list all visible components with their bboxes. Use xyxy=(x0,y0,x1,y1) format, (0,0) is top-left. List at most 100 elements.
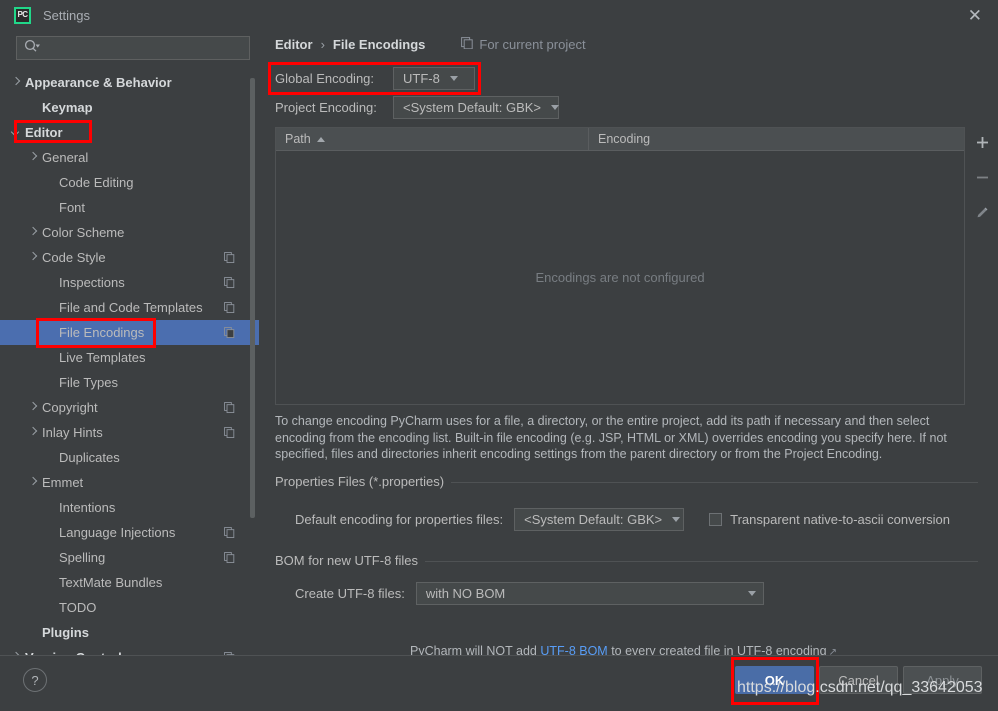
project-scope-icon xyxy=(224,251,235,262)
edit-icon[interactable] xyxy=(971,201,993,223)
properties-group-title: Properties Files (*.properties) xyxy=(275,474,451,489)
watermark-url: https://blog.csdn.net/qq_33642053 xyxy=(737,679,983,697)
chevron-right-icon[interactable] xyxy=(27,401,40,414)
sidebar-item-plugins[interactable]: Plugins xyxy=(0,620,259,645)
project-scope-icon xyxy=(461,37,473,52)
sidebar-item-file-encodings[interactable]: File Encodings xyxy=(0,320,259,345)
sidebar-item-label: Font xyxy=(59,200,85,215)
sidebar-item-copyright[interactable]: Copyright xyxy=(0,395,259,420)
sidebar-item-label: Editor xyxy=(25,125,63,140)
project-encoding-row: Project Encoding: <System Default: GBK> xyxy=(275,96,559,119)
column-header-encoding[interactable]: Encoding xyxy=(589,128,964,150)
project-scope-icon xyxy=(224,551,235,562)
sidebar-item-label: Spelling xyxy=(59,550,105,565)
tree-spacer xyxy=(44,501,57,514)
global-encoding-select[interactable]: UTF-8 xyxy=(393,67,475,90)
sidebar-item-editor[interactable]: Editor xyxy=(0,120,259,145)
bom-group-divider xyxy=(394,561,978,562)
sidebar-item-color-scheme[interactable]: Color Scheme xyxy=(0,220,259,245)
project-scope-icon xyxy=(224,326,235,337)
sidebar-item-label: Emmet xyxy=(42,475,83,490)
sidebar-item-keymap[interactable]: Keymap xyxy=(0,95,259,120)
settings-content: Editor › File Encodings For current proj… xyxy=(259,30,998,655)
sidebar-item-emmet[interactable]: Emmet xyxy=(0,470,259,495)
search-icon xyxy=(24,39,41,58)
sidebar-item-label: TODO xyxy=(59,600,96,615)
sidebar-item-label: Inspections xyxy=(59,275,125,290)
global-encoding-value: UTF-8 xyxy=(403,71,440,86)
tree-spacer xyxy=(44,451,57,464)
title-bar: PC Settings ✕ xyxy=(0,0,998,30)
sidebar-item-file-types[interactable]: File Types xyxy=(0,370,259,395)
sidebar-item-duplicates[interactable]: Duplicates xyxy=(0,445,259,470)
tree-spacer xyxy=(44,526,57,539)
search-box[interactable] xyxy=(16,36,250,60)
chevron-right-icon[interactable] xyxy=(27,226,40,239)
chevron-down-icon[interactable] xyxy=(10,126,23,139)
chevron-down-icon xyxy=(672,517,680,522)
create-utf8-select[interactable]: with NO BOM xyxy=(416,582,764,605)
sidebar-item-label: General xyxy=(42,150,88,165)
remove-icon[interactable] xyxy=(971,166,993,188)
sidebar-item-live-templates[interactable]: Live Templates xyxy=(0,345,259,370)
bom-group-title: BOM for new UTF-8 files xyxy=(275,553,425,568)
chevron-right-icon[interactable] xyxy=(27,426,40,439)
sort-ascending-icon xyxy=(317,137,325,142)
sidebar-item-general[interactable]: General xyxy=(0,145,259,170)
transparent-conversion-checkbox[interactable]: Transparent native-to-ascii conversion xyxy=(709,512,950,527)
sidebar-item-intentions[interactable]: Intentions xyxy=(0,495,259,520)
sidebar-item-font[interactable]: Font xyxy=(0,195,259,220)
help-button[interactable]: ? xyxy=(23,668,47,692)
sidebar-item-code-editing[interactable]: Code Editing xyxy=(0,170,259,195)
sidebar-item-todo[interactable]: TODO xyxy=(0,595,259,620)
sidebar-item-textmate-bundles[interactable]: TextMate Bundles xyxy=(0,570,259,595)
table-empty-message: Encodings are not configured xyxy=(535,270,704,285)
sidebar-item-version-control[interactable]: Version Control xyxy=(0,645,259,655)
sidebar-item-file-and-code-templates[interactable]: File and Code Templates xyxy=(0,295,259,320)
sidebar-item-inspections[interactable]: Inspections xyxy=(0,270,259,295)
search-input[interactable] xyxy=(41,40,231,57)
tree-spacer xyxy=(44,576,57,589)
settings-tree[interactable]: Appearance & BehaviorKeymap Editor General… xyxy=(0,70,259,655)
pycharm-logo-text: PC xyxy=(17,11,27,19)
sidebar-item-spelling[interactable]: Spelling xyxy=(0,545,259,570)
tree-spacer xyxy=(44,376,57,389)
sidebar-scrollbar[interactable] xyxy=(250,78,255,518)
properties-encoding-select[interactable]: <System Default: GBK> xyxy=(514,508,684,531)
sidebar-item-inlay-hints[interactable]: Inlay Hints xyxy=(0,420,259,445)
project-scope-icon xyxy=(224,426,235,437)
transparent-conversion-label: Transparent native-to-ascii conversion xyxy=(730,512,950,527)
breadcrumb-parent[interactable]: Editor xyxy=(275,37,313,52)
sidebar-item-label: Code Editing xyxy=(59,175,133,190)
project-scope-icon xyxy=(224,526,235,537)
create-utf8-label: Create UTF-8 files: xyxy=(295,586,405,601)
column-header-path[interactable]: Path xyxy=(276,128,589,150)
table-header: Path Encoding xyxy=(276,128,964,151)
table-body: Encodings are not configured xyxy=(276,151,964,404)
scope-note: For current project xyxy=(461,37,585,52)
tree-spacer xyxy=(44,601,57,614)
tree-spacer xyxy=(44,551,57,564)
sidebar-item-label: Copyright xyxy=(42,400,98,415)
project-encoding-value: <System Default: GBK> xyxy=(403,100,541,115)
sidebar-item-label: Color Scheme xyxy=(42,225,124,240)
chevron-right-icon[interactable] xyxy=(27,476,40,489)
chevron-right-icon[interactable] xyxy=(27,251,40,264)
properties-encoding-value: <System Default: GBK> xyxy=(524,512,662,527)
sidebar-item-appearance-behavior[interactable]: Appearance & Behavior xyxy=(0,70,259,95)
chevron-right-icon[interactable] xyxy=(10,76,23,89)
project-encoding-select[interactable]: <System Default: GBK> xyxy=(393,96,559,119)
tree-spacer xyxy=(44,201,57,214)
properties-encoding-label: Default encoding for properties files: xyxy=(295,512,503,527)
encodings-table[interactable]: Path Encoding Encodings are not configur… xyxy=(275,127,965,405)
add-icon[interactable] xyxy=(971,131,993,153)
tree-spacer xyxy=(44,276,57,289)
project-scope-icon xyxy=(224,301,235,312)
sidebar-item-language-injections[interactable]: Language Injections xyxy=(0,520,259,545)
close-icon[interactable]: ✕ xyxy=(968,7,982,24)
chevron-down-icon xyxy=(450,76,458,81)
column-header-path-label: Path xyxy=(285,132,311,146)
chevron-right-icon[interactable] xyxy=(27,151,40,164)
sidebar-item-code-style[interactable]: Code Style xyxy=(0,245,259,270)
sidebar-item-label: TextMate Bundles xyxy=(59,575,162,590)
